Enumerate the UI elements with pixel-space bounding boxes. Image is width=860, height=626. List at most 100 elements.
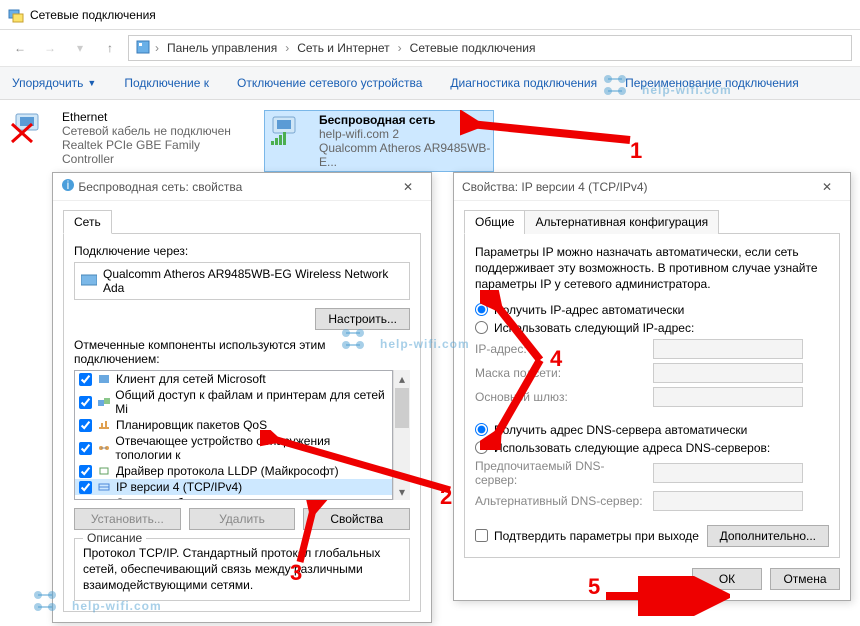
sharing-icon bbox=[96, 395, 111, 409]
qos-icon bbox=[96, 418, 112, 432]
list-item: Общий доступ к файлам и принтерам для се… bbox=[75, 387, 392, 417]
list-item: Планировщик пакетов QoS bbox=[75, 417, 392, 433]
remove-button[interactable]: Удалить bbox=[189, 508, 296, 530]
cancel-button[interactable]: Отмена bbox=[770, 568, 840, 590]
client-icon bbox=[96, 372, 112, 386]
intro-text: Параметры IP можно назначать автоматичес… bbox=[475, 244, 829, 293]
advanced-button[interactable]: Дополнительно... bbox=[707, 525, 829, 547]
breadcrumb-box[interactable]: › Панель управления › Сеть и Интернет › … bbox=[128, 35, 852, 61]
breadcrumb-item[interactable]: Сетевые подключения bbox=[406, 41, 540, 55]
list-item: Ответчик обнаружения топологии канальног… bbox=[75, 495, 392, 500]
dns-alt-label: Альтернативный DNS-сервер: bbox=[475, 494, 645, 508]
annotation-number-2: 2 bbox=[440, 484, 452, 510]
wireless-icon bbox=[267, 113, 311, 149]
svg-text:i: i bbox=[67, 178, 70, 192]
close-button[interactable]: ✕ bbox=[812, 180, 842, 194]
dns-preferred-input bbox=[653, 463, 803, 483]
listbox-scrollbar[interactable]: ▴ ▾ bbox=[393, 370, 410, 500]
list-item: Отвечающее устройство обнаружения тополо… bbox=[75, 433, 392, 463]
description-text: Протокол TCP/IP. Стандартный протокол гл… bbox=[83, 545, 401, 594]
breadcrumb-item[interactable]: Панель управления bbox=[163, 41, 281, 55]
dialog-title: Беспроводная сеть: свойства bbox=[78, 180, 242, 194]
description-group-title: Описание bbox=[83, 531, 146, 545]
dialog-title: Свойства: IP версии 4 (TCP/IPv4) bbox=[462, 180, 648, 194]
command-bar: Упорядочить ▼ Подключение к Отключение с… bbox=[0, 66, 860, 100]
list-item: Клиент для сетей Microsoft bbox=[75, 371, 392, 387]
adapter-field: Qualcomm Atheros AR9485WB-EG Wireless Ne… bbox=[74, 262, 410, 300]
dns-alt-input bbox=[653, 491, 803, 511]
connection-status: help-wifi.com 2 bbox=[319, 127, 491, 141]
ipv4-icon bbox=[96, 480, 112, 494]
component-checkbox[interactable] bbox=[79, 373, 92, 386]
dns-manual-label: Использовать следующие адреса DNS-сервер… bbox=[494, 441, 770, 455]
ip-address-label: IP-адрес: bbox=[475, 342, 645, 356]
components-listbox[interactable]: Клиент для сетей Microsoft Общий доступ … bbox=[74, 370, 393, 500]
component-checkbox[interactable] bbox=[79, 465, 92, 478]
window-titlebar: Сетевые подключения bbox=[0, 0, 860, 30]
lldp-icon bbox=[96, 464, 112, 478]
tab-network[interactable]: Сеть bbox=[63, 210, 112, 234]
ok-button[interactable]: ОК bbox=[692, 568, 762, 590]
component-checkbox[interactable] bbox=[79, 419, 92, 432]
component-checkbox[interactable] bbox=[79, 396, 92, 409]
address-bar: ← → ▾ ↑ › Панель управления › Сеть и Инт… bbox=[0, 30, 860, 66]
chevron-right-icon: › bbox=[398, 41, 402, 55]
ip-manual-radio[interactable] bbox=[475, 321, 488, 334]
disable-device-button[interactable]: Отключение сетевого устройства bbox=[237, 76, 422, 90]
rename-button[interactable]: Переименование подключения bbox=[625, 76, 799, 90]
adapter-name: Qualcomm Atheros AR9485WB-EG Wireless Ne… bbox=[103, 267, 403, 295]
connect-via-label: Подключение через: bbox=[74, 244, 410, 258]
component-checkbox[interactable] bbox=[79, 481, 92, 494]
ethernet-icon bbox=[10, 110, 54, 146]
dns-manual-radio[interactable] bbox=[475, 441, 488, 454]
connection-device: Realtek PCIe GBE Family Controller bbox=[62, 138, 240, 166]
connection-name: Ethernet bbox=[62, 110, 240, 124]
ip-address-input bbox=[653, 339, 803, 359]
chevron-right-icon: › bbox=[155, 41, 159, 55]
list-item: Драйвер протокола LLDP (Майкрософт) bbox=[75, 463, 392, 479]
tab-alternative[interactable]: Альтернативная конфигурация bbox=[524, 210, 719, 234]
back-button[interactable]: ← bbox=[8, 36, 32, 60]
ip-auto-radio[interactable] bbox=[475, 303, 488, 316]
network-folder-icon bbox=[8, 7, 24, 23]
recent-dropdown[interactable]: ▾ bbox=[68, 36, 92, 60]
connection-device: Qualcomm Atheros AR9485WB-E... bbox=[319, 141, 491, 169]
ip-manual-label: Использовать следующий IP-адрес: bbox=[494, 321, 694, 335]
gateway-input bbox=[653, 387, 803, 407]
connect-to-button[interactable]: Подключение к bbox=[124, 76, 209, 90]
connections-list: Ethernet Сетевой кабель не подключен Rea… bbox=[0, 100, 860, 182]
close-button[interactable]: ✕ bbox=[393, 180, 423, 194]
dialog-titlebar: Свойства: IP версии 4 (TCP/IPv4) ✕ bbox=[454, 173, 850, 201]
wireless-properties-dialog: i Беспроводная сеть: свойства ✕ Сеть Под… bbox=[52, 172, 432, 623]
component-checkbox[interactable] bbox=[79, 442, 92, 455]
up-button[interactable]: ↑ bbox=[98, 36, 122, 60]
connection-item-wireless[interactable]: Беспроводная сеть help-wifi.com 2 Qualco… bbox=[264, 110, 494, 172]
forward-button[interactable]: → bbox=[38, 36, 62, 60]
lltd-responder-icon bbox=[96, 441, 111, 455]
ip-auto-label: Получить IP-адрес автоматически bbox=[494, 303, 684, 317]
connection-item-ethernet[interactable]: Ethernet Сетевой кабель не подключен Rea… bbox=[10, 110, 240, 172]
tab-general[interactable]: Общие bbox=[464, 210, 525, 234]
control-panel-icon bbox=[135, 39, 151, 58]
connection-name: Беспроводная сеть bbox=[319, 113, 491, 127]
organize-menu[interactable]: Упорядочить ▼ bbox=[12, 76, 96, 90]
dns-preferred-label: Предпочитаемый DNS-сервер: bbox=[475, 459, 645, 487]
info-icon: i bbox=[61, 178, 75, 195]
breadcrumb-item[interactable]: Сеть и Интернет bbox=[293, 41, 393, 55]
dns-auto-radio[interactable] bbox=[475, 423, 488, 436]
diagnose-button[interactable]: Диагностика подключения bbox=[450, 76, 597, 90]
install-button[interactable]: Установить... bbox=[74, 508, 181, 530]
components-label: Отмеченные компоненты используются этим … bbox=[74, 338, 410, 366]
scroll-up-button[interactable]: ▴ bbox=[394, 370, 410, 387]
validate-label: Подтвердить параметры при выходе bbox=[494, 529, 699, 543]
scroll-thumb[interactable] bbox=[395, 388, 409, 428]
subnet-mask-label: Маска подсети: bbox=[475, 366, 645, 380]
validate-checkbox[interactable] bbox=[475, 529, 488, 542]
properties-button[interactable]: Свойства bbox=[303, 508, 410, 530]
ipv4-properties-dialog: Свойства: IP версии 4 (TCP/IPv4) ✕ Общие… bbox=[453, 172, 851, 601]
scroll-down-button[interactable]: ▾ bbox=[394, 483, 410, 500]
configure-button[interactable]: Настроить... bbox=[315, 308, 410, 330]
subnet-mask-input bbox=[653, 363, 803, 383]
adapter-icon bbox=[81, 274, 97, 289]
chevron-right-icon: › bbox=[285, 41, 289, 55]
